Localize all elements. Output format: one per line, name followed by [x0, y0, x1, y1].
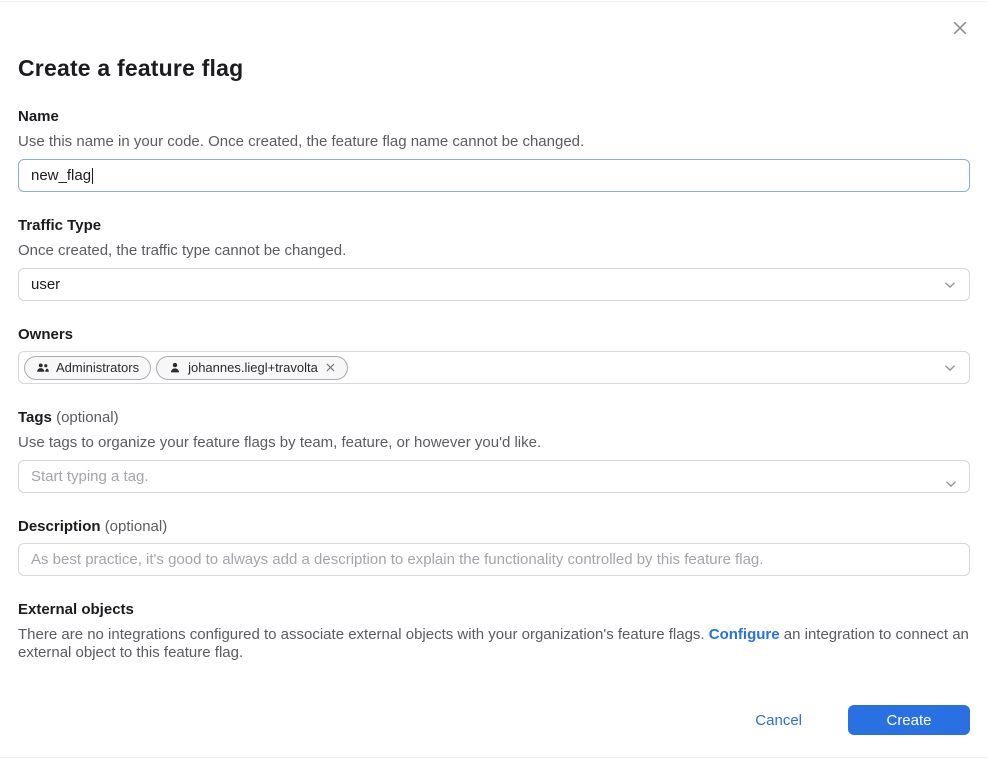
external-objects-text: There are no integrations configured to …	[18, 626, 970, 662]
tags-label-text: Tags	[18, 409, 52, 426]
text-cursor	[92, 168, 93, 184]
owner-chip-label: johannes.liegl+travolta	[188, 360, 318, 375]
name-section: Name Use this name in your code. Once cr…	[18, 108, 970, 192]
owners-section: Owners Administrators johannes.liegl+tra…	[18, 326, 970, 384]
close-icon	[949, 17, 971, 39]
chevron-down-icon	[943, 361, 957, 375]
chevron-down-icon	[943, 278, 957, 292]
external-objects-label: External objects	[18, 601, 970, 618]
name-input[interactable]: new_flag	[18, 159, 970, 192]
tags-help-text: Use tags to organize your feature flags …	[18, 434, 970, 452]
modal-title: Create a feature flag	[18, 0, 970, 82]
tags-input[interactable]	[18, 460, 970, 493]
owner-chip-label: Administrators	[56, 360, 139, 375]
tags-section: Tags (optional) Use tags to organize you…	[18, 409, 970, 493]
traffic-type-label: Traffic Type	[18, 217, 970, 234]
owner-chip-user[interactable]: johannes.liegl+travolta	[156, 356, 348, 380]
owners-label: Owners	[18, 326, 970, 343]
name-label: Name	[18, 108, 970, 125]
traffic-type-help-text: Once created, the traffic type cannot be…	[18, 242, 970, 260]
person-icon	[168, 361, 182, 375]
modal-footer: Cancel Create	[18, 705, 970, 735]
description-section: Description (optional)	[18, 518, 970, 576]
external-objects-text-before: There are no integrations configured to …	[18, 626, 709, 643]
create-button[interactable]: Create	[848, 705, 970, 735]
tags-label: Tags (optional)	[18, 409, 970, 426]
owners-chips: Administrators johannes.liegl+travolta	[24, 356, 348, 380]
owners-select[interactable]: Administrators johannes.liegl+travolta	[18, 351, 970, 384]
traffic-type-select[interactable]: user	[18, 268, 970, 301]
remove-owner-icon[interactable]	[325, 362, 336, 373]
description-label: Description (optional)	[18, 518, 970, 535]
name-input-value: new_flag	[31, 167, 91, 184]
chevron-down-icon	[944, 477, 958, 491]
description-label-text: Description	[18, 518, 101, 535]
owner-chip-administrators[interactable]: Administrators	[24, 356, 151, 380]
configure-link[interactable]: Configure	[709, 626, 780, 643]
description-optional-text: (optional)	[105, 518, 168, 535]
traffic-type-section: Traffic Type Once created, the traffic t…	[18, 217, 970, 301]
external-objects-section: External objects There are no integratio…	[18, 601, 970, 662]
close-button[interactable]	[948, 16, 972, 40]
description-input[interactable]	[18, 543, 970, 576]
cancel-button[interactable]: Cancel	[755, 712, 802, 729]
create-feature-flag-modal: Create a feature flag Name Use this name…	[0, 0, 988, 763]
group-icon	[36, 361, 50, 375]
tags-optional-text: (optional)	[56, 409, 119, 426]
traffic-type-value: user	[31, 276, 60, 293]
name-help-text: Use this name in your code. Once created…	[18, 133, 970, 151]
